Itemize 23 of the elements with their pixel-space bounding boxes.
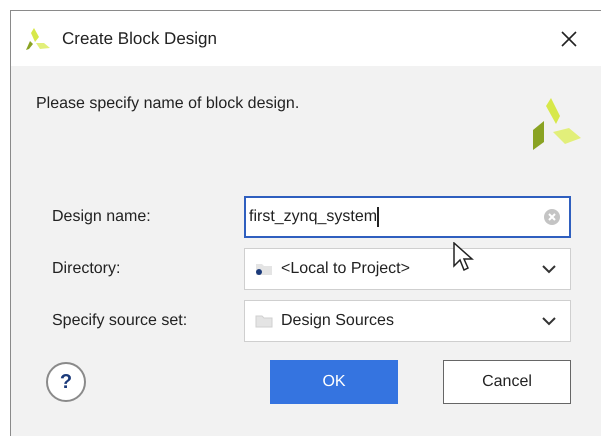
input-field[interactable]: first_zynq_system bbox=[244, 196, 571, 238]
dialog-button[interactable]: OK bbox=[270, 360, 398, 404]
help-button[interactable]: ? bbox=[46, 362, 86, 402]
dropdown-value: Design Sources bbox=[281, 311, 395, 331]
window-title: Create Block Design bbox=[62, 28, 217, 50]
field-label: Directory: bbox=[52, 259, 122, 279]
dropdown[interactable]: <Local to Project> bbox=[244, 248, 571, 290]
chevron-down-icon bbox=[542, 264, 556, 274]
dialog-button[interactable]: Cancel bbox=[443, 360, 571, 404]
dropdown[interactable]: Design Sources bbox=[244, 300, 571, 342]
prompt-text: Please specify name of block design. bbox=[36, 94, 300, 114]
field-value: first_zynq_system bbox=[249, 207, 378, 227]
logo-icon bbox=[24, 28, 50, 50]
cursor-icon bbox=[453, 242, 475, 272]
chevron-down-icon bbox=[542, 316, 556, 326]
folder-icon bbox=[255, 262, 273, 276]
folder-icon bbox=[255, 314, 273, 328]
text-caret bbox=[377, 207, 379, 227]
logo-icon bbox=[531, 98, 581, 150]
field-label: Specify source set: bbox=[52, 311, 188, 331]
close-icon bbox=[560, 30, 578, 48]
dropdown-value: <Local to Project> bbox=[281, 259, 411, 279]
field-label: Design name: bbox=[52, 207, 152, 227]
